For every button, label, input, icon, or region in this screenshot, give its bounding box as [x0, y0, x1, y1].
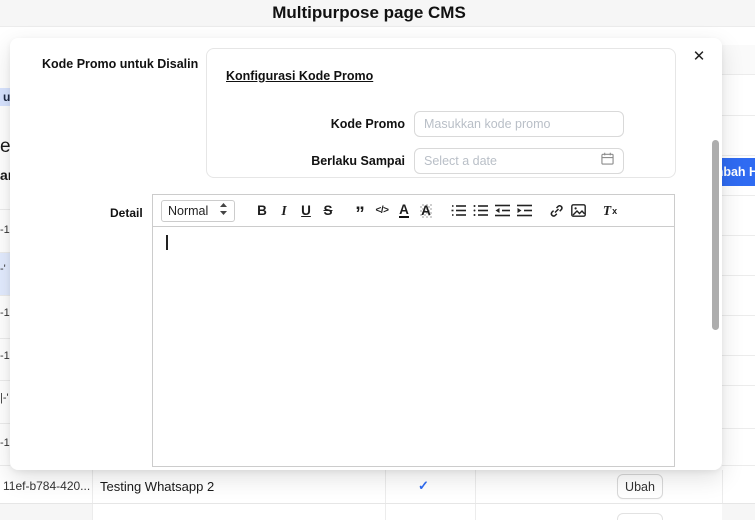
row-separator [722, 155, 755, 156]
page-title: Multipurpose page CMS [0, 3, 738, 23]
row-id-fragment: -1 [0, 307, 10, 319]
next-row-fragment [0, 504, 92, 520]
underline-button[interactable]: U [295, 200, 317, 222]
promo-config-card: Konfigurasi Kode Promo Kode Promo Berlak… [206, 48, 676, 178]
vertical-scrollbar[interactable] [712, 140, 719, 330]
rich-text-editor: Normal B I U S ” </> A A [152, 194, 675, 467]
row-separator [722, 115, 755, 116]
left-fragment-heading: e [0, 136, 11, 158]
row-separator [0, 465, 10, 466]
image-icon[interactable] [567, 200, 589, 222]
color-glyph: A [399, 203, 409, 218]
row-id-fragment: -1 [0, 350, 10, 362]
outdent-icon[interactable] [491, 200, 513, 222]
berlaku-sampai-datepicker[interactable]: Select a date [414, 148, 624, 174]
indent-icon[interactable] [513, 200, 535, 222]
text-caret [166, 235, 168, 250]
row-id-fragment: |-' [0, 392, 9, 404]
berlaku-sampai-label: Berlaku Sampai [311, 154, 405, 168]
kode-promo-input[interactable] [414, 111, 624, 137]
row-separator [0, 423, 10, 424]
row-id-fragment: -1 [0, 437, 10, 449]
bullet-list-icon[interactable] [469, 200, 491, 222]
clean-t-glyph: T [603, 203, 611, 219]
table-cell-name: Testing Whatsapp 2 [100, 479, 214, 494]
column-divider [92, 470, 93, 520]
clean-x-glyph: x [612, 206, 617, 216]
column-divider [475, 470, 476, 520]
row-separator [0, 252, 10, 253]
copy-promo-toggle-label: Kode Promo untuk Disalin [42, 57, 198, 71]
next-row-fragment [722, 504, 755, 520]
editor-toolbar: Normal B I U S ” </> A A [152, 194, 675, 227]
ordered-list-icon[interactable] [447, 200, 469, 222]
row-separator [0, 209, 10, 210]
row-separator [0, 338, 10, 339]
row-separator [722, 195, 755, 196]
editor-content-area[interactable] [152, 227, 675, 467]
text-color-button[interactable]: A [393, 200, 415, 222]
detail-label: Detail [110, 206, 143, 220]
promo-config-modal: ✕ Kode Promo untuk Disalin Konfigurasi K… [10, 38, 722, 470]
bold-button[interactable]: B [251, 200, 273, 222]
row-separator [0, 380, 10, 381]
screen: ur e ar -1 -' -1 -1 |-' -1 Multipurpose … [0, 0, 755, 520]
datepicker-placeholder: Select a date [424, 154, 601, 168]
row-separator [722, 315, 755, 316]
row-separator [722, 355, 755, 356]
table-cell-id: 11ef-b784-420... [3, 479, 90, 493]
table-header-fragment [722, 45, 755, 75]
row-separator [722, 465, 755, 466]
row-separator [722, 275, 755, 276]
strike-glyph: S [323, 203, 332, 218]
row-separator [0, 503, 755, 504]
background-color-button[interactable]: A [415, 200, 437, 222]
strikethrough-button[interactable]: S [317, 200, 339, 222]
page-header: Multipurpose page CMS [0, 0, 755, 27]
check-icon: ✓ [418, 478, 429, 494]
row-separator [722, 385, 755, 386]
format-picker[interactable]: Normal [161, 200, 235, 222]
calendar-icon [601, 152, 614, 170]
kode-promo-label: Kode Promo [331, 117, 405, 131]
edit-row-button-partial[interactable] [617, 513, 663, 520]
bg-glyph: A [420, 204, 432, 218]
chevron-up-down-icon [219, 202, 228, 220]
close-icon[interactable]: ✕ [688, 46, 710, 68]
row-separator [0, 295, 10, 296]
format-picker-value: Normal [168, 204, 219, 218]
table-row[interactable]: 11ef-b784-420... Testing Whatsapp 2 ✓ Ub… [0, 470, 755, 520]
italic-button[interactable]: I [273, 200, 295, 222]
link-icon[interactable] [545, 200, 567, 222]
code-block-button[interactable]: </> [371, 200, 393, 222]
clear-formatting-button[interactable]: Tx [599, 200, 621, 222]
row-separator [722, 428, 755, 429]
row-id-fragment: -1 [0, 224, 10, 236]
blockquote-button[interactable]: ” [349, 200, 371, 222]
row-id-fragment: -' [0, 263, 6, 275]
edit-row-button[interactable]: Ubah [617, 474, 663, 499]
column-divider [385, 470, 386, 520]
underline-glyph: U [301, 203, 311, 218]
row-separator [722, 235, 755, 236]
promo-config-title: Konfigurasi Kode Promo [226, 69, 373, 83]
